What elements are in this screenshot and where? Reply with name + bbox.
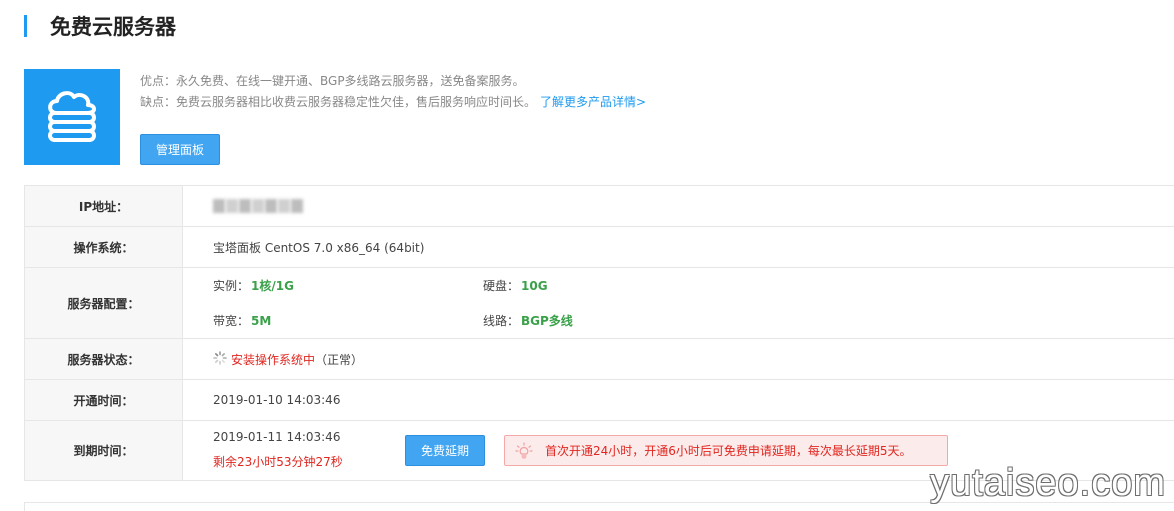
pros-text: 优点：永久免费、在线一键开通、BGP多线路云服务器，送免备案服务。 <box>140 74 525 88</box>
status-label: 服务器状态： <box>25 339 183 379</box>
status-text: 安装操作系统中 <box>231 352 316 367</box>
server-status: 安装操作系统中 （正常） <box>213 350 364 368</box>
line-item: 线路： BGP多线 <box>483 314 573 328</box>
config-grid: 实例： 1核/1G 硬盘： 10G 带宽： 5M 线路： BGP多线 <box>213 268 683 338</box>
page-title: 免费云服务器 <box>50 15 176 39</box>
ip-label: IP地址： <box>25 186 183 226</box>
bandwidth-item: 带宽： 5M <box>213 313 272 329</box>
ip-address-redacted <box>213 199 304 213</box>
expire-time-label: 到期时间： <box>25 421 183 480</box>
loading-spinner-icon <box>213 350 227 368</box>
lightbulb-icon <box>515 441 533 460</box>
product-description: 优点：永久免费、在线一键开通、BGP多线路云服务器，送免备案服务。 缺点：免费云… <box>140 71 646 113</box>
open-time-label: 开通时间： <box>25 380 183 420</box>
cons-line: 缺点：免费云服务器相比收费云服务器稳定性欠佳，售后服务响应时间长。 了解更多产品详… <box>140 92 646 113</box>
config-label: 服务器配置： <box>25 268 183 338</box>
table-row-open-time: 开通时间： 2019-01-10 14:03:46 <box>24 380 1174 421</box>
expire-time-value: 2019-01-11 14:03:46 <box>213 430 341 444</box>
manage-panel-button[interactable]: 管理面板 <box>140 134 220 165</box>
instance-item: 实例： 1核/1G <box>213 279 294 293</box>
renew-notice: 首次开通24小时，开通6小时后可免费申请延期，每次最长延期5天。 <box>504 435 948 466</box>
line-value: BGP多线 <box>521 314 573 328</box>
bandwidth-value: 5M <box>251 313 272 328</box>
cloud-server-icon <box>24 69 120 165</box>
open-time-value: 2019-01-10 14:03:46 <box>213 393 341 407</box>
more-details-link[interactable]: 了解更多产品详情> <box>540 95 646 109</box>
table-row-ip: IP地址： <box>24 186 1174 227</box>
title-accent-bar <box>24 15 27 37</box>
table-row-status: 服务器状态： 安装操作系统中 （正常） <box>24 339 1174 380</box>
remaining-time: 剩余23小时53分钟27秒 <box>213 455 343 469</box>
disk-item: 硬盘： 10G <box>483 278 548 294</box>
free-renew-button[interactable]: 免费延期 <box>405 435 485 466</box>
watermark-text: yutaiseo.com <box>930 462 1166 504</box>
os-label: 操作系统： <box>25 227 183 267</box>
cons-text: 缺点：免费云服务器相比收费云服务器稳定性欠佳，售后服务响应时间长。 <box>140 95 537 109</box>
status-suffix: （正常） <box>315 352 364 367</box>
disk-value: 10G <box>521 278 548 293</box>
instance-value: 1核/1G <box>251 279 294 293</box>
notice-text: 首次开通24小时，开通6小时后可免费申请延期，每次最长延期5天。 <box>545 444 912 458</box>
table-row-os: 操作系统： 宝塔面板 CentOS 7.0 x86_64 (64bit) <box>24 227 1174 268</box>
server-info-table: IP地址： 操作系统： 宝塔面板 CentOS 7.0 x86_64 (64bi… <box>24 185 1174 481</box>
os-value: 宝塔面板 CentOS 7.0 x86_64 (64bit) <box>213 240 425 255</box>
page-header: 免费云服务器 <box>24 12 176 40</box>
table-row-config: 服务器配置： 实例： 1核/1G 硬盘： 10G 带宽： 5M 线路： BGP多线 <box>24 268 1174 339</box>
